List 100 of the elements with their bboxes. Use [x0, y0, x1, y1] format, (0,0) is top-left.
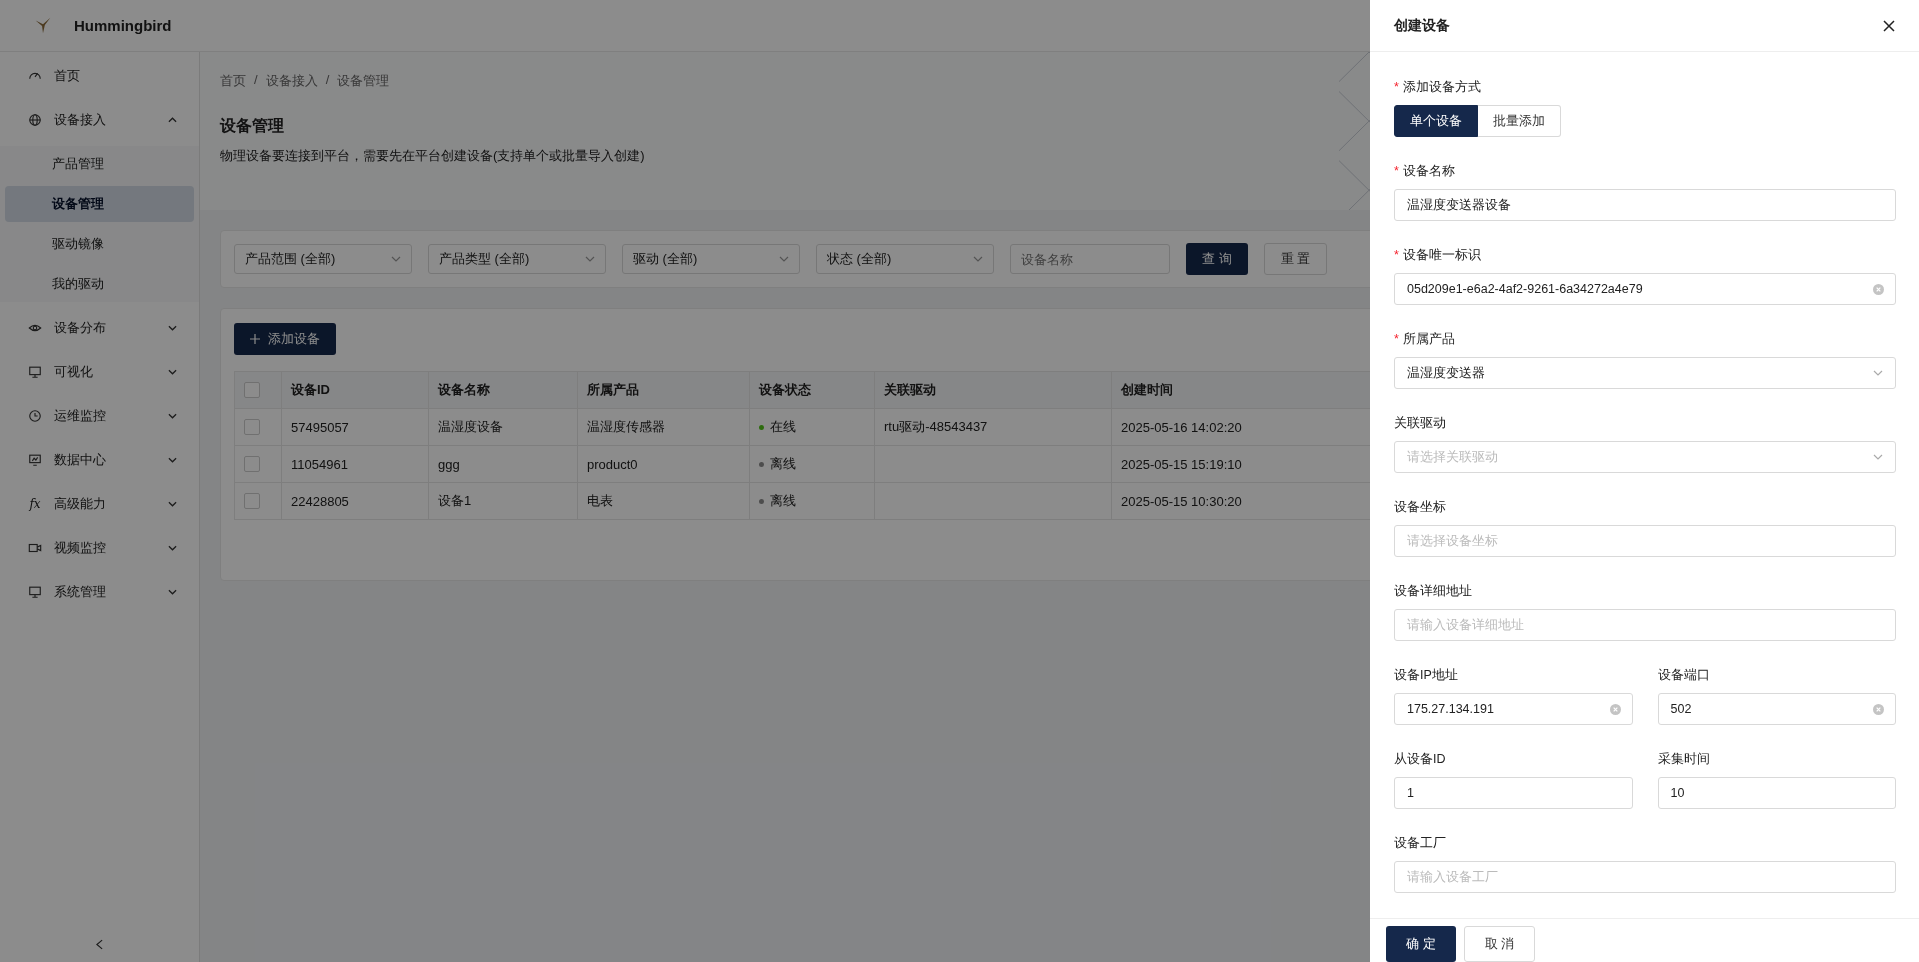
- table-cell: product0: [587, 456, 638, 472]
- sidebar-item[interactable]: 可视化: [0, 350, 199, 394]
- input-field[interactable]: 请输入设备详细地址: [1394, 609, 1896, 641]
- monitor-icon: [28, 365, 42, 379]
- row-checkbox[interactable]: [244, 456, 260, 473]
- chevron-down-icon: [1873, 454, 1883, 460]
- field-label: 设备IP地址: [1394, 667, 1459, 684]
- breadcrumb-link[interactable]: 设备接入: [265, 72, 318, 90]
- column-header: 所属产品: [577, 371, 750, 409]
- query-button[interactable]: 查 询: [1186, 243, 1248, 275]
- chevron-down-icon: [168, 545, 177, 551]
- column-header: 设备名称: [428, 371, 578, 409]
- field-label: 设备工厂: [1394, 835, 1447, 852]
- chevron-down-icon: [1873, 370, 1883, 376]
- table-cell: 11054961: [291, 456, 348, 472]
- chevron-up-icon: [168, 117, 177, 123]
- page-description: 物理设备要连接到平台，需要先在平台创建设备(支持单个或批量导入创建): [220, 147, 645, 165]
- monitor-icon: [28, 585, 42, 599]
- submenu-item[interactable]: 我的驱动: [5, 266, 194, 302]
- row-checkbox[interactable]: [244, 419, 260, 436]
- sidebar-item[interactable]: 系统管理: [0, 570, 199, 614]
- chevron-down-icon: [779, 256, 789, 262]
- field-label: * 所属产品: [1394, 331, 1456, 348]
- table-cell: 2025-05-16 14:02:20: [1121, 419, 1242, 435]
- drawer-title: 创建设备: [1394, 16, 1450, 35]
- table-cell: 22428805: [291, 493, 349, 509]
- app-name: Hummingbird: [74, 17, 172, 34]
- status-label: 离线: [759, 455, 796, 474]
- close-icon[interactable]: [1883, 19, 1895, 32]
- input-field[interactable]: 1: [1394, 777, 1633, 809]
- filter-dropdown[interactable]: 产品范围 (全部): [234, 244, 412, 274]
- submenu-item[interactable]: 驱动镜像: [5, 226, 194, 262]
- sidebar-item[interactable]: 视频监控: [0, 526, 199, 570]
- chevron-down-icon: [168, 413, 177, 419]
- sidebar-item[interactable]: 首页: [0, 54, 199, 98]
- select-field[interactable]: 温湿度变送器: [1394, 357, 1896, 389]
- segment-option[interactable]: 批量添加: [1478, 105, 1561, 137]
- field-label: 设备详细地址: [1394, 583, 1473, 600]
- input-field[interactable]: 175.27.134.191: [1394, 693, 1633, 725]
- status-label: 离线: [759, 492, 796, 511]
- input-field[interactable]: 请选择设备坐标: [1394, 525, 1896, 557]
- page-title: 设备管理: [220, 116, 284, 136]
- chevron-down-icon: [973, 256, 983, 262]
- select-all-checkbox[interactable]: [244, 382, 260, 399]
- sidebar-item[interactable]: fx 高级能力: [0, 482, 199, 526]
- breadcrumb-link[interactable]: 首页: [220, 72, 246, 90]
- clear-icon[interactable]: [1609, 703, 1621, 715]
- input-field[interactable]: 05d209e1-e6a2-4af2-9261-6a34272a4e79: [1394, 273, 1896, 305]
- globe-icon: [28, 113, 42, 127]
- table-cell: 2025-05-15 15:19:10: [1121, 456, 1242, 472]
- confirm-button[interactable]: 确 定: [1386, 926, 1456, 962]
- table-cell: 设备1: [438, 493, 472, 508]
- input-field[interactable]: 10: [1657, 777, 1896, 809]
- filter-dropdown[interactable]: 驱动 (全部): [622, 244, 800, 274]
- video-camera-icon: [28, 541, 42, 555]
- row-checkbox[interactable]: [244, 493, 260, 510]
- field-label: 从设备ID: [1394, 751, 1447, 768]
- column-header: 设备状态: [749, 371, 875, 409]
- breadcrumb-separator: /: [325, 72, 330, 89]
- filter-dropdown[interactable]: 状态 (全部): [816, 244, 994, 274]
- clear-icon[interactable]: [1873, 703, 1884, 715]
- chevron-down-icon: [391, 256, 401, 262]
- chevron-down-icon: [168, 369, 177, 375]
- collapse-chevron-icon[interactable]: [96, 939, 103, 950]
- chevron-down-icon: [168, 589, 177, 595]
- column-header: 设备ID: [281, 371, 429, 409]
- device-name-search-field[interactable]: 设备名称: [1010, 244, 1170, 274]
- reset-button[interactable]: 重 置: [1263, 243, 1328, 275]
- sidebar-item[interactable]: 设备接入: [0, 98, 199, 142]
- plus-icon: [250, 334, 260, 344]
- segment-option[interactable]: 单个设备: [1394, 105, 1478, 137]
- field-label: * 设备名称: [1394, 163, 1456, 180]
- chevron-down-icon: [168, 457, 177, 463]
- chevron-down-icon: [585, 256, 595, 262]
- clear-icon[interactable]: [1873, 283, 1884, 295]
- table-cell: 57495057: [291, 419, 349, 435]
- status-label: 在线: [759, 418, 796, 437]
- field-label: 关联驱动: [1394, 415, 1447, 432]
- chart-monitor-icon: [28, 453, 42, 467]
- clock-icon: [28, 409, 42, 423]
- field-label: 设备坐标: [1394, 499, 1447, 516]
- filter-dropdown[interactable]: 产品类型 (全部): [428, 244, 606, 274]
- sidebar-item[interactable]: 运维监控: [0, 394, 199, 438]
- table-cell: 2025-05-15 10:30:20: [1121, 493, 1242, 509]
- sidebar-item[interactable]: 数据中心: [0, 438, 199, 482]
- sidebar-item[interactable]: 设备分布: [0, 306, 199, 350]
- field-label: 采集时间: [1657, 751, 1711, 768]
- field-label: * 添加设备方式: [1394, 79, 1482, 96]
- table-cell: rtu驱动-48543437: [884, 419, 988, 434]
- input-field[interactable]: 502: [1657, 693, 1896, 725]
- input-field[interactable]: 温湿度变送器设备: [1394, 189, 1896, 221]
- chevron-down-icon: [168, 501, 177, 507]
- cancel-button[interactable]: 取 消: [1463, 926, 1536, 962]
- table-cell: 电表: [587, 493, 613, 508]
- submenu-item[interactable]: 产品管理: [5, 146, 194, 182]
- input-field[interactable]: 请输入设备工厂: [1394, 861, 1896, 893]
- add-device-button[interactable]: 添加设备: [234, 323, 336, 355]
- table-cell: 温湿度传感器: [587, 419, 665, 434]
- column-header: 关联驱动: [874, 371, 1112, 409]
- submenu-item[interactable]: 设备管理: [5, 186, 194, 222]
